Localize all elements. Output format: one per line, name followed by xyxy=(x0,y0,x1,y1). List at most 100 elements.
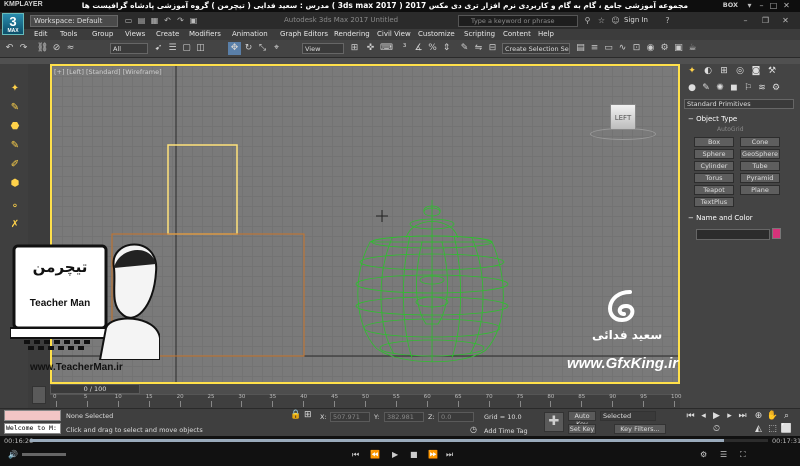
maxscript-listener-output[interactable]: Welcome to M: xyxy=(4,423,61,434)
search-input[interactable]: Type a keyword or phrase xyxy=(458,15,578,27)
toggle-layer-explorer-icon[interactable]: ≡ xyxy=(588,42,601,55)
track-bar-toggle-icon[interactable] xyxy=(32,386,46,404)
project-folder-icon[interactable]: ▣ xyxy=(188,15,199,26)
primitive-category-dropdown[interactable]: Standard Primitives xyxy=(684,99,794,109)
toggle-scene-explorer-icon[interactable]: ▤ xyxy=(574,42,587,55)
auto-key-button[interactable]: Auto Key xyxy=(568,411,596,428)
graphite-tool-icon[interactable]: ✎ xyxy=(8,139,22,153)
open-file-icon[interactable]: ▤ xyxy=(136,15,147,26)
player-settings-icon[interactable]: ⚙ xyxy=(700,450,707,459)
menu-scripting[interactable]: Scripting xyxy=(464,29,495,39)
player-maximize-icon[interactable]: □ xyxy=(769,1,778,10)
player-playlist-icon[interactable]: ☰ xyxy=(720,450,727,459)
y-coord-field[interactable]: 382.981 xyxy=(384,412,424,422)
time-slider-thumb[interactable]: 0 / 100 xyxy=(50,384,140,394)
textplus-button[interactable]: TextPlus xyxy=(694,197,734,207)
absolute-mode-icon[interactable]: ⊞ xyxy=(304,410,312,420)
cameras-icon[interactable]: ◼ xyxy=(728,83,740,94)
add-time-tag-button[interactable]: Add Time Tag xyxy=(484,427,528,435)
sculpt-tool-icon[interactable]: ⬢ xyxy=(8,177,22,191)
new-scene-icon[interactable]: ▭ xyxy=(123,15,134,26)
render-setup-icon[interactable]: ⚙ xyxy=(658,42,671,55)
helpers-icon[interactable]: ⚐ xyxy=(742,83,754,94)
binoculars-icon[interactable]: ⚲ xyxy=(582,15,593,26)
menu-edit[interactable]: Edit xyxy=(34,29,48,39)
bind-space-warp-icon[interactable]: ≈ xyxy=(64,42,77,55)
sphere-button[interactable]: Sphere xyxy=(694,149,734,159)
paint-select-icon[interactable]: ⬣ xyxy=(8,120,22,134)
maxscript-listener-input[interactable] xyxy=(4,410,61,421)
torus-button[interactable]: Torus xyxy=(694,173,734,183)
reference-coordinate-dropdown[interactable]: View xyxy=(302,43,344,54)
percent-snap-icon[interactable]: % xyxy=(426,42,439,55)
user-icon[interactable]: ☺ xyxy=(610,15,621,26)
rendered-frame-window-icon[interactable]: ▣ xyxy=(672,42,685,55)
cylinder-button[interactable]: Cylinder xyxy=(694,161,734,171)
place-icon[interactable]: ⌖ xyxy=(270,42,283,55)
workspace-dropdown[interactable]: Workspace: Default xyxy=(30,15,118,27)
geometry-icon[interactable]: ● xyxy=(686,83,698,94)
brush-tool-icon[interactable]: ✐ xyxy=(8,158,22,172)
systems-icon[interactable]: ⚙ xyxy=(770,83,782,94)
window-minimize-icon[interactable]: – xyxy=(740,15,751,26)
subscription-icon[interactable]: ☆ xyxy=(596,15,607,26)
player-play-icon[interactable]: ▶ xyxy=(392,450,398,459)
object-name-field[interactable] xyxy=(696,229,770,240)
menu-group[interactable]: Group xyxy=(92,29,113,39)
time-config-icon[interactable]: ⏲ xyxy=(710,423,723,436)
maximize-viewport-icon[interactable]: ⬜ xyxy=(780,423,793,436)
window-restore-icon[interactable]: ❐ xyxy=(760,15,771,26)
spacewarps-icon[interactable]: ≋ xyxy=(756,83,768,94)
tube-button[interactable]: Tube xyxy=(740,161,780,171)
unlink-icon[interactable]: ⊘ xyxy=(50,42,63,55)
menu-graph-editors[interactable]: Graph Editors xyxy=(280,29,328,39)
select-and-rotate-icon[interactable]: ↻ xyxy=(242,42,255,55)
player-close-icon[interactable]: ✕ xyxy=(782,1,791,10)
window-crossing-icon[interactable]: ◫ xyxy=(194,42,207,55)
material-editor-icon[interactable]: ◉ xyxy=(644,42,657,55)
isolate-tool-icon[interactable]: ⚬ xyxy=(8,200,22,214)
key-selection-dropdown[interactable]: Selected xyxy=(600,411,656,421)
menu-content[interactable]: Content xyxy=(503,29,531,39)
player-next-icon[interactable]: ⏭ xyxy=(446,450,453,460)
align-icon[interactable]: ⊟ xyxy=(486,42,499,55)
object-type-rollout[interactable]: − Object Type xyxy=(688,114,737,124)
go-to-start-icon[interactable]: ⏮ xyxy=(684,410,697,423)
select-by-name-icon[interactable]: ☰ xyxy=(166,42,179,55)
player-rewind-icon[interactable]: ⏪ xyxy=(370,450,380,459)
player-volume-icon[interactable]: 🔊 xyxy=(8,450,18,459)
redo-icon[interactable]: ↷ xyxy=(17,42,30,55)
selection-region-icon[interactable]: ▢ xyxy=(180,42,193,55)
signin-button[interactable]: Sign In xyxy=(624,16,648,24)
create-tab-icon[interactable]: ✦ xyxy=(686,66,698,77)
name-and-color-rollout[interactable]: − Name and Color xyxy=(688,213,753,223)
pyramid-button[interactable]: Pyramid xyxy=(740,173,780,183)
play-icon[interactable]: ▶ xyxy=(710,410,723,423)
menu-animation[interactable]: Animation xyxy=(232,29,268,39)
create-tool-icon[interactable]: ✦ xyxy=(8,82,22,96)
select-manipulate-icon[interactable]: ✜ xyxy=(364,42,377,55)
time-slider[interactable] xyxy=(50,384,680,394)
x-coord-field[interactable]: 507.971 xyxy=(330,412,370,422)
go-to-end-icon[interactable]: ⏭ xyxy=(736,410,749,423)
named-selection-dropdown[interactable]: Create Selection Se xyxy=(502,43,570,54)
field-of-view-icon[interactable]: ◭ xyxy=(752,423,765,436)
player-minimize-icon[interactable]: – xyxy=(757,1,766,10)
player-fullscreen-icon[interactable]: ⛶ xyxy=(740,450,746,460)
angle-snap-icon[interactable]: ∡ xyxy=(412,42,425,55)
zoom-icon[interactable]: ⌕ xyxy=(780,410,793,423)
lock-selection-icon[interactable]: 🔒 xyxy=(290,410,301,420)
set-key-button[interactable]: Set Key xyxy=(568,424,596,434)
player-box-label[interactable]: BOX xyxy=(723,1,738,9)
window-close-icon[interactable]: ✕ xyxy=(780,15,791,26)
orbit-icon[interactable]: ⊕ xyxy=(752,410,765,423)
help-icon[interactable]: ? xyxy=(662,15,673,26)
menu-views[interactable]: Views xyxy=(125,29,145,39)
undo-icon[interactable]: ↶ xyxy=(162,15,173,26)
menu-help[interactable]: Help xyxy=(538,29,554,39)
geosphere-button[interactable]: GeoSphere xyxy=(740,149,780,159)
app-logo-button[interactable]: 3 MAX xyxy=(2,13,24,35)
lights-icon[interactable]: ✺ xyxy=(714,83,726,94)
box-button[interactable]: Box xyxy=(694,137,734,147)
previous-frame-icon[interactable]: ◂ xyxy=(697,410,710,423)
